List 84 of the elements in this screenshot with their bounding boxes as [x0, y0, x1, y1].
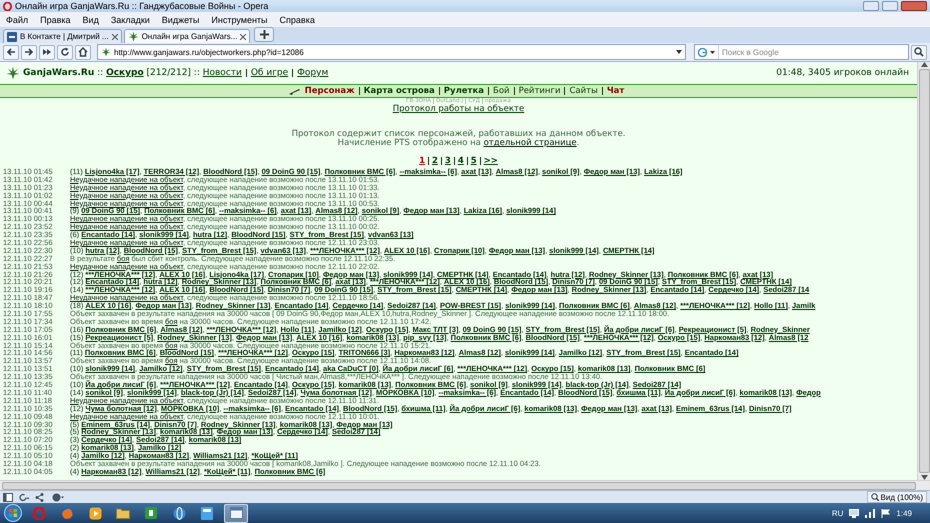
- leaf-icon: [101, 47, 111, 57]
- menu-item[interactable]: Правка: [40, 14, 71, 24]
- zoom-button[interactable]: Вид (100%): [866, 491, 927, 503]
- back-arrow-icon: [6, 47, 16, 57]
- search-engine-icon[interactable]: [698, 48, 707, 56]
- browser-tab[interactable]: В Контакте | Дмитрий ...: [3, 29, 122, 43]
- menu-item[interactable]: Виджеты: [162, 14, 200, 24]
- reload-button[interactable]: [57, 44, 73, 60]
- page-link[interactable]: 1: [416, 157, 428, 165]
- caret-icon[interactable]: [676, 50, 682, 54]
- square-logo-icon: [7, 32, 17, 42]
- app-square-icon[interactable]: [145, 507, 157, 519]
- panel-icon[interactable]: [3, 492, 13, 502]
- back-button[interactable]: [3, 44, 19, 60]
- page-link[interactable]: 3: [440, 157, 454, 165]
- browser-tab[interactable]: Онлайн игра GanjaWars...: [124, 29, 250, 43]
- caret-icon[interactable]: [710, 50, 715, 54]
- app-window-icon[interactable]: [201, 506, 213, 520]
- minimize-button[interactable]: [863, 1, 879, 11]
- nav-link[interactable]: Карта острова: [358, 87, 439, 95]
- folder-icon[interactable]: [116, 507, 130, 519]
- o-logo-icon: [3, 2, 12, 10]
- header-link[interactable]: Форум: [292, 69, 332, 77]
- fast-forward-icon: [42, 47, 52, 57]
- sync-icon[interactable]: [18, 492, 30, 502]
- forward-button[interactable]: [21, 44, 37, 60]
- menu-item[interactable]: Вид: [82, 14, 99, 24]
- page-link[interactable]: >>: [480, 157, 501, 165]
- start-orb-icon[interactable]: [4, 504, 22, 522]
- online-count: 01:48, 3405 игроков онлайн: [776, 68, 909, 78]
- menu-item[interactable]: Закладки: [110, 14, 150, 24]
- site-name: GanjaWars.Ru: [23, 68, 94, 78]
- close-icon[interactable]: [112, 34, 118, 40]
- nav-link[interactable]: Рейтинги: [514, 87, 564, 95]
- flag-icon[interactable]: [881, 508, 890, 518]
- nav-link[interactable]: Рулетка: [438, 87, 488, 95]
- player-link[interactable]: Оскуро: [106, 68, 144, 78]
- home-button[interactable]: [75, 44, 91, 60]
- nav-link[interactable]: Чат: [602, 87, 628, 95]
- window-icon[interactable]: [230, 507, 242, 519]
- home-icon: [78, 47, 88, 57]
- leaf-icon: [128, 31, 139, 42]
- menu-item[interactable]: Инструменты: [211, 14, 268, 24]
- menu-item[interactable]: Справка: [280, 14, 315, 24]
- intro-text: Протокол содержит список персонажей, работавших на данном объекте.: [292, 130, 626, 139]
- text-link[interactable]: отдельной странице: [484, 138, 577, 148]
- leaf-logo-icon: [6, 66, 20, 80]
- search-icon: [870, 493, 879, 501]
- rifle-icon: [288, 88, 301, 94]
- page-link[interactable]: 2: [428, 157, 441, 165]
- intro-text: Начисление PTS отображено на отдельной странице.: [338, 139, 580, 148]
- search-box[interactable]: Поиск в Google: [694, 44, 909, 60]
- protocol-link[interactable]: Протокол работы на объекте: [392, 104, 524, 114]
- header-text: ::: [96, 68, 104, 78]
- clock: 1:49: [896, 508, 912, 518]
- play-icon[interactable]: [88, 506, 102, 520]
- nav-link[interactable]: Персонаж: [300, 87, 359, 95]
- header-text: [212/212] ::: [146, 68, 201, 78]
- forward-arrow-icon: [24, 47, 34, 57]
- menu-item[interactable]: Файл: [6, 14, 28, 24]
- close-icon[interactable]: [240, 34, 246, 40]
- search-button[interactable]: [911, 44, 927, 60]
- fast-forward-button[interactable]: [39, 44, 55, 60]
- page-link[interactable]: 5: [466, 157, 480, 165]
- window-title: Онлайн игра GanjaWars.Ru :: Ганджубасовые Войны - Opera: [15, 1, 270, 11]
- header-link[interactable]: Об игре: [246, 69, 292, 77]
- down-arrow-icon[interactable]: [920, 475, 928, 480]
- new-tab-button[interactable]: [254, 27, 274, 42]
- plus-icon: [260, 30, 269, 39]
- header-link[interactable]: Новости: [202, 69, 246, 77]
- reload-icon: [60, 47, 70, 57]
- nav-link[interactable]: Сайты: [564, 87, 602, 95]
- network-icon[interactable]: [849, 508, 860, 518]
- signal-bars-icon[interactable]: [865, 508, 876, 518]
- address-field[interactable]: http://www.ganjawars.ru/objectworkers.php?id=12086: [97, 44, 686, 60]
- vertical-scrollbar[interactable]: [917, 62, 930, 480]
- maximize-button[interactable]: [882, 1, 898, 11]
- nav-link[interactable]: Бой: [488, 87, 514, 95]
- globe-icon[interactable]: [172, 506, 186, 520]
- search-icon: [914, 47, 924, 57]
- horizontal-scrollbar[interactable]: [0, 480, 930, 490]
- language-indicator[interactable]: RU: [832, 508, 844, 518]
- up-arrow-icon[interactable]: [920, 62, 928, 67]
- page-link[interactable]: 4: [454, 157, 467, 165]
